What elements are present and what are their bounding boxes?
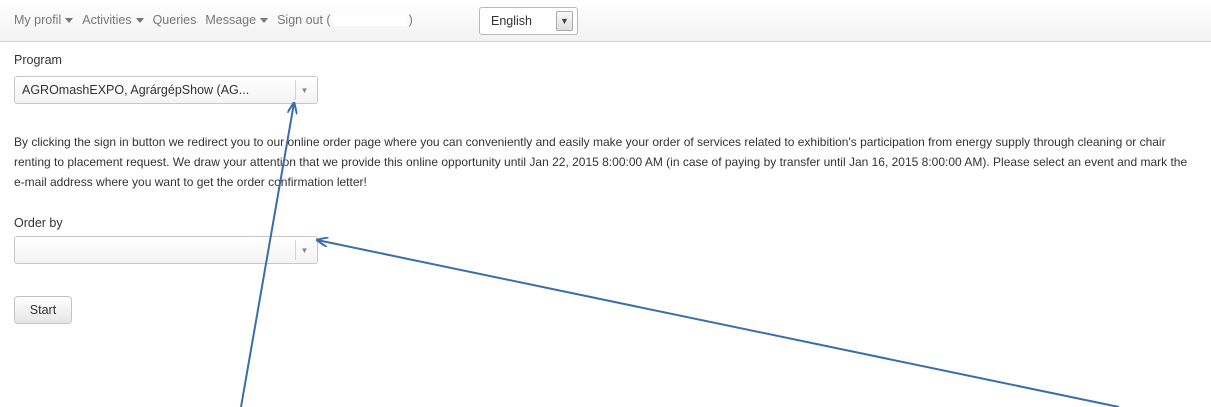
program-select[interactable]: AGROmashEXPO, AgrárgépShow (AG... ▼ — [14, 76, 318, 104]
nav-sign-out[interactable]: Sign out () — [277, 13, 413, 27]
nav-queries[interactable]: Queries — [153, 13, 197, 27]
caret-down-icon — [65, 17, 74, 23]
sign-out-prefix: Sign out ( — [277, 13, 331, 27]
order-by-label: Order by — [14, 216, 63, 230]
nav-activities[interactable]: Activities — [82, 13, 144, 27]
sign-out-suffix: ) — [408, 13, 413, 27]
nav-message-label: Message — [205, 13, 257, 27]
language-select-value: English — [491, 14, 532, 28]
caret-down-icon — [135, 17, 144, 23]
chevron-down-icon[interactable]: ▼ — [556, 11, 573, 31]
select-arrow-icon[interactable]: ▼ — [295, 240, 313, 260]
nav-menu: My profil Activities Queries Message Sig… — [14, 13, 422, 27]
nav-queries-label: Queries — [152, 13, 197, 27]
nav-my-profil[interactable]: My profil — [14, 13, 74, 27]
order-by-select[interactable]: ▼ — [14, 236, 318, 264]
program-select-value: AGROmashEXPO, AgrárgépShow (AG... — [22, 83, 250, 97]
nav-activities-label: Activities — [82, 13, 132, 27]
nav-my-profil-label: My profil — [14, 13, 62, 27]
select-arrow-icon[interactable]: ▼ — [295, 80, 313, 100]
language-select[interactable]: English ▼ — [479, 7, 578, 35]
program-label: Program — [14, 53, 62, 67]
caret-down-icon — [260, 17, 269, 23]
info-text: By clicking the sign in button we redire… — [14, 135, 1188, 189]
redacted-username — [332, 14, 407, 26]
annotation-arrows — [240, 0, 1120, 407]
annotation-arrow-order-by — [317, 240, 1120, 407]
nav-message[interactable]: Message — [205, 13, 269, 27]
top-navbar: My profil Activities Queries Message Sig… — [0, 0, 1211, 42]
start-button[interactable]: Start — [14, 296, 72, 324]
